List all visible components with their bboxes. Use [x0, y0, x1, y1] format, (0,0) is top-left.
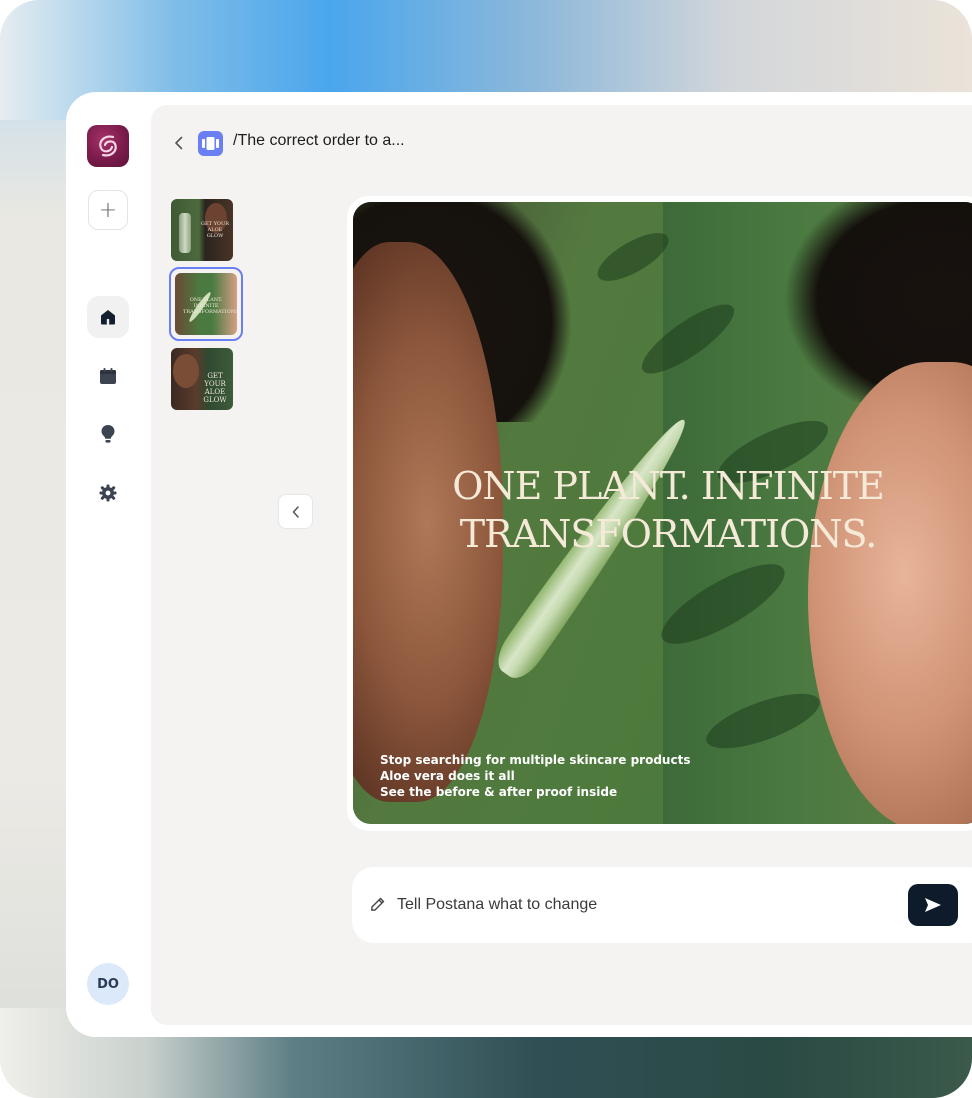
sidebar: [66, 92, 150, 1037]
lightbulb-icon: [101, 425, 115, 443]
slide-headline-line-2: TRANSFORMATIONS.: [459, 512, 878, 556]
model-face: [173, 354, 199, 388]
slide-preview: ONE PLANT. INFINITE TRANSFORMATIONS. Sto…: [353, 202, 972, 824]
page-title: /The correct order to a...: [233, 132, 405, 149]
thumbnail-title: GET YOUR ALOE GLOW: [203, 372, 227, 404]
pencil-icon: [369, 895, 387, 913]
postana-logo-icon: [99, 135, 117, 157]
thumbnail-title: ONE PLANT. INFINITE TRANSFORMATIONS.: [183, 297, 237, 315]
sidebar-item-settings[interactable]: [87, 472, 129, 514]
chevron-left-icon: [292, 505, 299, 518]
send-button[interactable]: [908, 884, 958, 926]
chat-input[interactable]: [397, 894, 877, 916]
sidebar-item-ideas[interactable]: [87, 413, 129, 455]
slide-copy-line-2: Aloe vera does it all: [380, 769, 515, 783]
thumbnail-title: GET YOUR ALOE GLOW: [201, 221, 229, 239]
calendar-icon: [100, 368, 116, 384]
avatar-initials: DO: [97, 976, 119, 992]
product-bottle: [179, 213, 191, 253]
thumbnail-slide-3[interactable]: GET YOUR ALOE GLOW: [171, 348, 233, 410]
slide-headline: ONE PLANT. INFINITE TRANSFORMATIONS.: [353, 462, 972, 558]
back-button[interactable]: [172, 134, 186, 152]
thumbnail-slide-2[interactable]: ONE PLANT. INFINITE TRANSFORMATIONS.: [175, 273, 237, 335]
slide-copy-line-1: Stop searching for multiple skincare pro…: [380, 753, 691, 767]
sidebar-item-calendar[interactable]: [87, 355, 129, 397]
chevron-left-icon: [175, 136, 183, 150]
send-icon: [925, 898, 941, 912]
home-icon: [101, 310, 115, 325]
user-avatar[interactable]: DO: [87, 963, 129, 1005]
app-logo[interactable]: [87, 125, 129, 167]
slide-copy-line-3: See the before & after proof inside: [380, 785, 618, 799]
carousel-icon: [198, 131, 223, 156]
sidebar-item-home[interactable]: [87, 296, 129, 338]
slide-headline-line-1: ONE PLANT. INFINITE: [452, 464, 885, 508]
gear-icon: [99, 484, 117, 502]
collapse-thumbnails-button[interactable]: [278, 494, 313, 529]
plus-icon: +: [98, 197, 118, 223]
thumbnail-slide-1[interactable]: GET YOUR ALOE GLOW: [171, 199, 233, 261]
slide-copy: Stop searching for multiple skincare pro…: [380, 752, 690, 800]
new-post-button[interactable]: +: [88, 190, 128, 230]
